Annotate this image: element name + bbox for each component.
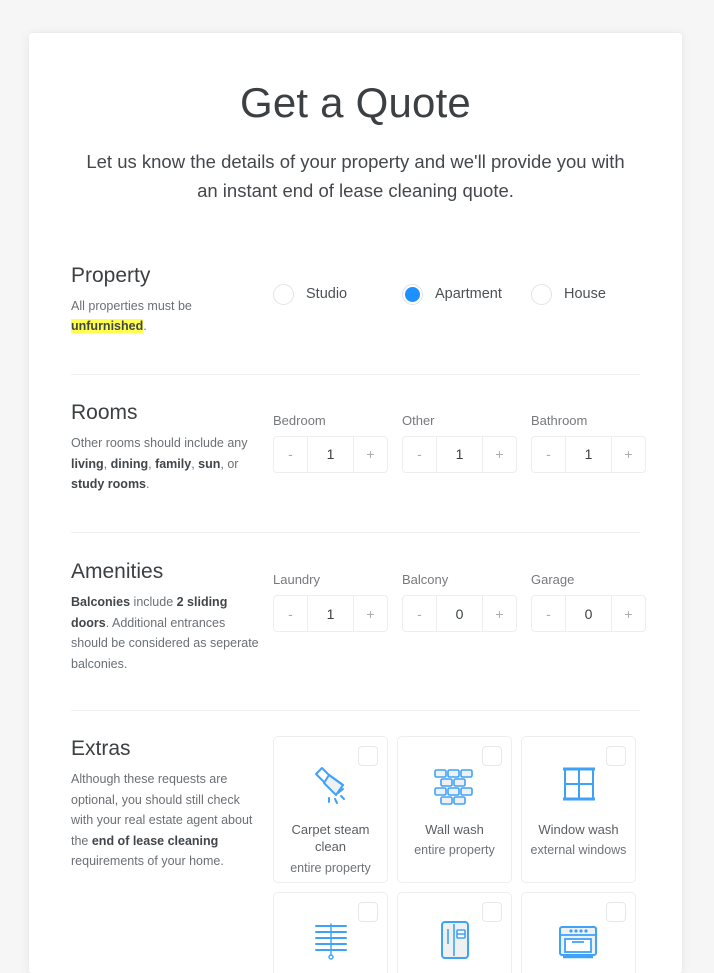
extras-card-blind-deep-clean[interactable]: Blind deep clean non-fabric blinds: [273, 891, 388, 973]
window-icon: [555, 761, 603, 811]
radio-label-apartment: Apartment: [435, 286, 502, 303]
extras-card-large-oven[interactable]: Large oven wide (90cm) or: [521, 891, 636, 973]
carpet-steam-cleaner-icon: [305, 761, 357, 811]
fridge-icon: [433, 917, 477, 967]
extras-card-wall-wash[interactable]: Wall wash entire property: [397, 735, 512, 883]
extras-card-subtitle-wall: entire property: [414, 843, 495, 858]
extras-checkbox-wall-wash[interactable]: [482, 745, 502, 766]
section-amenities: Amenities Balconies include 2 sliding do…: [71, 559, 646, 675]
stepper-label-bathroom: Bathroom: [531, 412, 588, 428]
section-rooms: Rooms Other rooms should include any liv…: [71, 400, 646, 495]
extras-checkbox-fridge[interactable]: [482, 901, 502, 922]
extras-title: Extras: [71, 736, 131, 760]
stepper-other: Other - 1 +: [402, 414, 531, 473]
stepper-balcony: Balcony - 0 +: [402, 572, 531, 633]
rooms-stepper-row: Bedroom - 1 + Other - 1 + Bathroom - 1 +: [273, 400, 660, 473]
amenities-stepper-row: Laundry - 1 + Balcony - 0 + Garage - 0 +: [273, 559, 660, 633]
stepper-increment-bedroom[interactable]: +: [353, 436, 387, 472]
radio-indicator-studio[interactable]: [273, 283, 294, 305]
section-extras: Extras Although these requests are optio…: [71, 735, 640, 973]
extras-card-fridge[interactable]: Fridge internal deep: [397, 891, 512, 973]
stepper-label-bedroom: Bedroom: [273, 412, 326, 428]
stepper-control-other[interactable]: - 1 +: [402, 435, 517, 473]
divider-property: [71, 373, 640, 375]
stepper-value-laundry[interactable]: 1: [308, 596, 353, 631]
radio-option-house[interactable]: House: [531, 283, 660, 305]
extras-checkbox-carpet-steam-clean[interactable]: [358, 745, 378, 766]
extras-card-subtitle-carpet: entire property: [290, 860, 371, 875]
stepper-garage: Garage - 0 +: [531, 572, 660, 633]
page-title: Get a Quote: [239, 79, 471, 126]
stepper-label-garage: Garage: [531, 572, 575, 588]
property-description: All properties must be unfurnished.: [71, 296, 265, 337]
extras-card-title-wall: Wall wash: [425, 821, 484, 837]
rooms-title: Rooms: [71, 400, 138, 424]
stepper-control-laundry[interactable]: - 1 +: [273, 595, 388, 633]
property-title: Property: [71, 263, 151, 287]
stepper-control-bathroom[interactable]: - 1 +: [531, 435, 646, 473]
property-desc-prefix: All properties must be: [71, 298, 192, 313]
stepper-increment-other[interactable]: +: [482, 436, 516, 472]
brick-wall-icon: [429, 761, 481, 811]
stepper-increment-bathroom[interactable]: +: [611, 436, 645, 472]
stepper-value-bedroom[interactable]: 1: [308, 437, 353, 472]
stepper-decrement-bathroom[interactable]: -: [532, 436, 566, 472]
stepper-bathroom: Bathroom - 1 +: [531, 414, 660, 473]
stepper-increment-balcony[interactable]: +: [482, 596, 516, 632]
property-type-radio-group: Studio Apartment House: [273, 263, 660, 305]
oven-icon: [553, 917, 605, 967]
stepper-laundry: Laundry - 1 +: [273, 572, 402, 633]
stepper-bedroom: Bedroom - 1 +: [273, 414, 402, 473]
stepper-value-other[interactable]: 1: [437, 437, 482, 472]
stepper-label-balcony: Balcony: [402, 572, 449, 588]
stepper-label-laundry: Laundry: [273, 572, 320, 588]
extras-card-title-window: Window wash: [538, 821, 619, 837]
quote-form-card: Get a Quote Let us know the details of y…: [29, 33, 682, 973]
stepper-control-garage[interactable]: - 0 +: [531, 595, 646, 633]
radio-label-studio: Studio: [306, 286, 348, 303]
extras-description: Although these requests are optional, yo…: [71, 771, 253, 869]
stepper-decrement-bedroom[interactable]: -: [274, 436, 308, 472]
extras-card-carpet-steam-clean[interactable]: Carpet steam clean entire property: [273, 735, 388, 883]
radio-option-apartment[interactable]: Apartment: [402, 283, 531, 305]
stepper-value-bathroom[interactable]: 1: [566, 437, 611, 472]
extras-checkbox-window-wash[interactable]: [606, 745, 626, 766]
extras-card-grid: Carpet steam clean entire property Wall …: [273, 735, 640, 973]
stepper-decrement-balcony[interactable]: -: [403, 596, 437, 632]
stepper-increment-laundry[interactable]: +: [353, 596, 387, 632]
stepper-control-bedroom[interactable]: - 1 +: [273, 435, 388, 473]
rooms-description: Other rooms should include any living, d…: [71, 436, 248, 492]
stepper-decrement-other[interactable]: -: [403, 436, 437, 472]
property-desc-suffix: .: [143, 319, 147, 334]
amenities-title: Amenities: [71, 560, 164, 584]
extras-checkbox-blind-deep-clean[interactable]: [358, 901, 378, 922]
extras-card-window-wash[interactable]: Window wash external windows: [521, 735, 636, 883]
section-property: Property All properties must be unfurnis…: [71, 263, 640, 337]
page-subtitle: Let us know the details of your property…: [86, 151, 625, 201]
radio-option-studio[interactable]: Studio: [273, 283, 402, 305]
property-desc-highlight: unfurnished: [71, 319, 144, 334]
blinds-icon: [307, 917, 355, 967]
amenities-description: Balconies include 2 sliding doors. Addit…: [71, 595, 259, 672]
radio-indicator-apartment[interactable]: [402, 283, 423, 305]
extras-card-subtitle-window: external windows: [530, 843, 627, 858]
stepper-decrement-laundry[interactable]: -: [274, 596, 308, 632]
stepper-control-balcony[interactable]: - 0 +: [402, 595, 517, 633]
stepper-increment-garage[interactable]: +: [611, 596, 645, 632]
stepper-decrement-garage[interactable]: -: [532, 596, 566, 632]
stepper-label-other: Other: [402, 412, 435, 428]
stepper-value-garage[interactable]: 0: [566, 596, 611, 631]
extras-checkbox-large-oven[interactable]: [606, 901, 626, 922]
radio-label-house: House: [564, 286, 606, 303]
divider-amenities: [71, 709, 640, 711]
stepper-value-balcony[interactable]: 0: [437, 596, 482, 631]
radio-indicator-house[interactable]: [531, 283, 552, 305]
divider-rooms: [71, 532, 640, 534]
extras-card-title-carpet: Carpet steam clean: [291, 821, 370, 855]
